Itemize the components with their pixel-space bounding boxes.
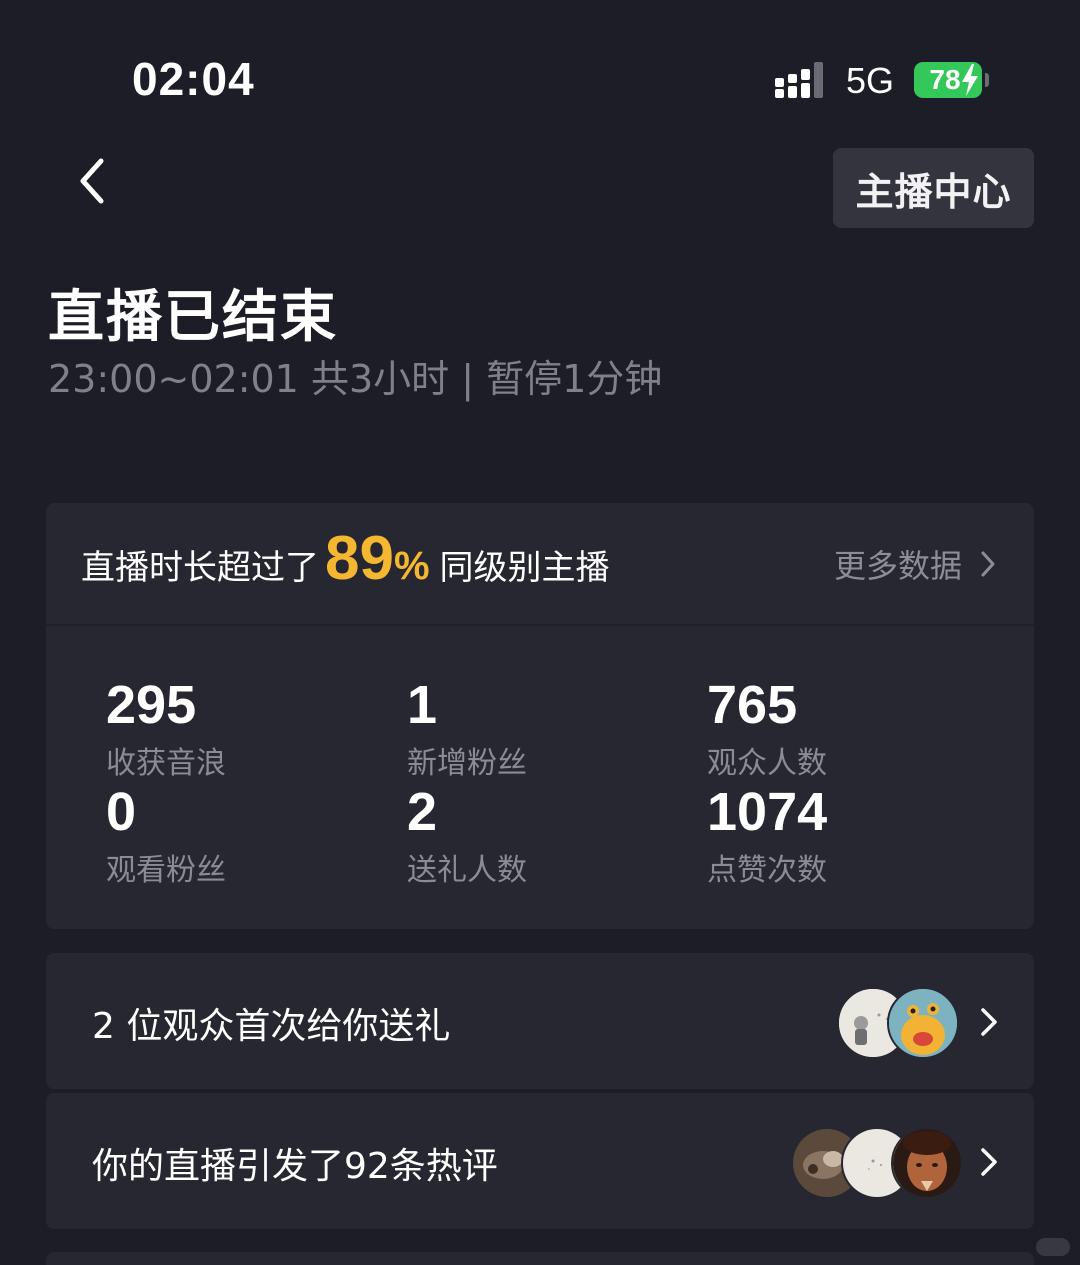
back-button[interactable] <box>66 150 118 212</box>
chevron-right-icon <box>981 1148 997 1176</box>
avatar-monster <box>887 987 959 1059</box>
metric-watching-fans: 0 观看粉丝 <box>106 785 366 889</box>
rank-unit: % <box>393 544 430 588</box>
chevron-right-icon <box>981 1008 997 1036</box>
chevron-left-icon <box>80 158 104 204</box>
watermark <box>1036 1238 1070 1256</box>
row-label: 你的直播引发了92条热评 <box>92 1146 498 1187</box>
avatar-character <box>891 1127 963 1199</box>
next-row-partial <box>46 1252 1034 1265</box>
anchor-center-button[interactable]: 主播中心 <box>833 148 1034 228</box>
more-data-label: 更多数据 <box>833 547 962 585</box>
more-data-link[interactable]: 更多数据 <box>834 541 996 587</box>
metric-label: 新增粉丝 <box>407 746 527 781</box>
rank-prefix: 直播时长超过了 <box>81 548 319 588</box>
hot-comments-row[interactable]: 你的直播引发了92条热评 <box>46 1093 1034 1229</box>
network-label: 5G <box>846 60 895 101</box>
chevron-right-icon <box>981 551 995 577</box>
battery-level: 78 <box>929 64 961 95</box>
metric-value: 0 <box>106 782 137 842</box>
rank-value: 89 <box>325 524 394 593</box>
battery-cap <box>985 73 989 87</box>
metric-sound-waves: 295 收获音浪 <box>106 678 366 782</box>
stats-header: 直播时长超过了 89 % 同级别主播 更多数据 <box>46 503 1034 626</box>
first-gift-row[interactable]: 2 位观众首次给你送礼 <box>46 953 1034 1089</box>
metric-value: 765 <box>707 675 798 735</box>
metric-viewers: 765 观众人数 <box>707 678 967 782</box>
row-label: 2 位观众首次给你送礼 <box>92 1006 451 1047</box>
metric-label: 观看粉丝 <box>106 853 226 888</box>
metric-value: 295 <box>106 675 197 735</box>
metric-likes: 1074 点赞次数 <box>707 785 967 889</box>
metric-value: 1074 <box>707 782 828 842</box>
page-title: 直播已结束 <box>48 285 338 350</box>
bolt-icon <box>962 64 978 96</box>
page-subtitle: 23:00~02:01 共3小时 | 暂停1分钟 <box>48 357 663 401</box>
live-summary-screen: 02:04 5G 78 主播中心 直播已结束 23:00~02:01 共3小时 … <box>0 0 1080 1265</box>
stats-card: 直播时长超过了 89 % 同级别主播 更多数据 295 收获音浪 1 新增粉丝 … <box>46 503 1034 929</box>
metric-label: 收获音浪 <box>106 746 226 781</box>
metric-label: 送礼人数 <box>407 853 527 888</box>
metric-gift-senders: 2 送礼人数 <box>407 785 667 889</box>
metric-value: 1 <box>407 675 438 735</box>
rank-summary: 直播时长超过了 89 % 同级别主播 <box>81 523 610 605</box>
rank-suffix: 同级别主播 <box>439 548 610 588</box>
signal-icon <box>775 62 823 98</box>
metric-value: 2 <box>407 782 438 842</box>
metric-label: 观众人数 <box>707 746 827 781</box>
metric-label: 点赞次数 <box>707 853 827 888</box>
status-time: 02:04 <box>132 53 255 105</box>
metric-new-fans: 1 新增粉丝 <box>407 678 667 782</box>
